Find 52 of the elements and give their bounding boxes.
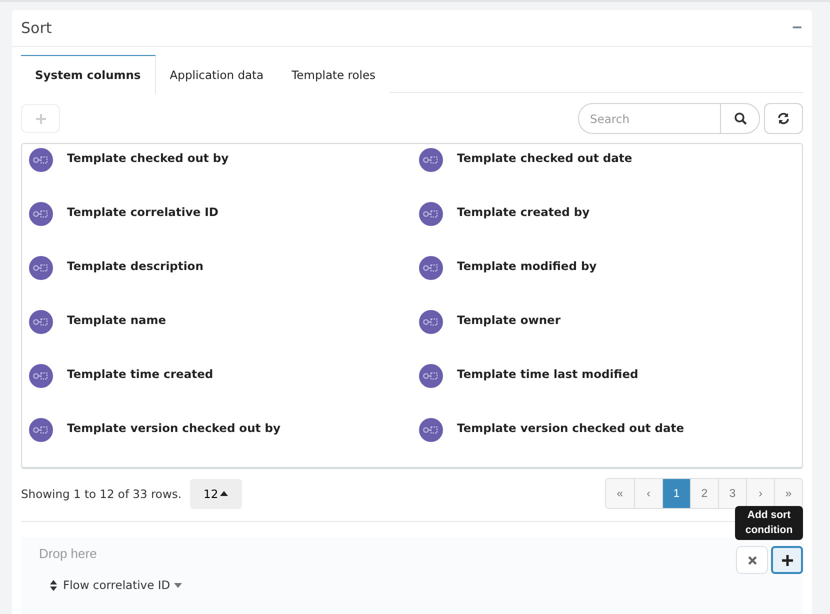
caret-icon: [174, 582, 182, 588]
column-icon: [419, 364, 443, 388]
refresh-button[interactable]: [764, 103, 803, 134]
add-sort-button[interactable]: [771, 546, 803, 574]
column-name: Template checked out date: [457, 150, 632, 165]
drop-hint: Drop here: [39, 546, 97, 561]
page-button[interactable]: ‹: [634, 479, 662, 508]
close-icon: [748, 556, 756, 564]
collapse-button[interactable]: −: [788, 18, 806, 38]
page-button[interactable]: 1: [662, 479, 690, 508]
search-icon: [734, 112, 746, 125]
column-icon: [29, 256, 53, 280]
column-name: Template correlative ID: [67, 204, 218, 219]
column-name: Template created by: [457, 204, 590, 219]
page-size-button[interactable]: 12: [190, 478, 242, 508]
column-name: Template modified by: [457, 258, 597, 273]
plus-icon: [36, 114, 46, 124]
column-icon: [29, 418, 53, 442]
column-name: Template description: [67, 258, 204, 273]
rows-summary: Showing 1 to 12 of 33 rows.: [21, 486, 182, 500]
column-name: Template version checked out by: [67, 420, 280, 435]
refresh-icon: [777, 112, 790, 125]
page-button[interactable]: 3: [718, 479, 746, 508]
plus-icon: [782, 554, 792, 566]
search-button[interactable]: [721, 103, 760, 134]
sort-condition[interactable]: Flow correlative ID: [63, 578, 182, 592]
column-name: Template time last modified: [457, 366, 638, 381]
page-button[interactable]: »: [774, 479, 802, 508]
search-field[interactable]: Search: [578, 103, 721, 134]
column-icon: [419, 310, 443, 334]
column-icon: [29, 202, 53, 226]
tab[interactable]: System columns: [21, 55, 156, 94]
column-icon: [29, 364, 53, 388]
panel-title: Sort: [21, 19, 52, 37]
column-icon: [29, 148, 53, 172]
column-icon: [419, 148, 443, 172]
page-button[interactable]: 2: [690, 479, 718, 508]
column-name: Template owner: [457, 312, 561, 327]
page-button[interactable]: ›: [746, 479, 774, 508]
caret-icon: [220, 491, 228, 496]
sort-icon: [50, 580, 57, 590]
column-name: Template checked out by: [67, 150, 229, 165]
column-name: Template version checked out date: [457, 420, 684, 435]
column-icon: [29, 310, 53, 334]
column-icon: [419, 418, 443, 442]
column-icon: [419, 256, 443, 280]
column-name: Template time created: [67, 366, 214, 381]
clear-button[interactable]: [736, 546, 768, 574]
page-button[interactable]: «: [606, 479, 634, 508]
column-name: Template name: [67, 312, 166, 327]
column-icon: [419, 202, 443, 226]
tooltip: Add sort condition: [735, 506, 803, 540]
